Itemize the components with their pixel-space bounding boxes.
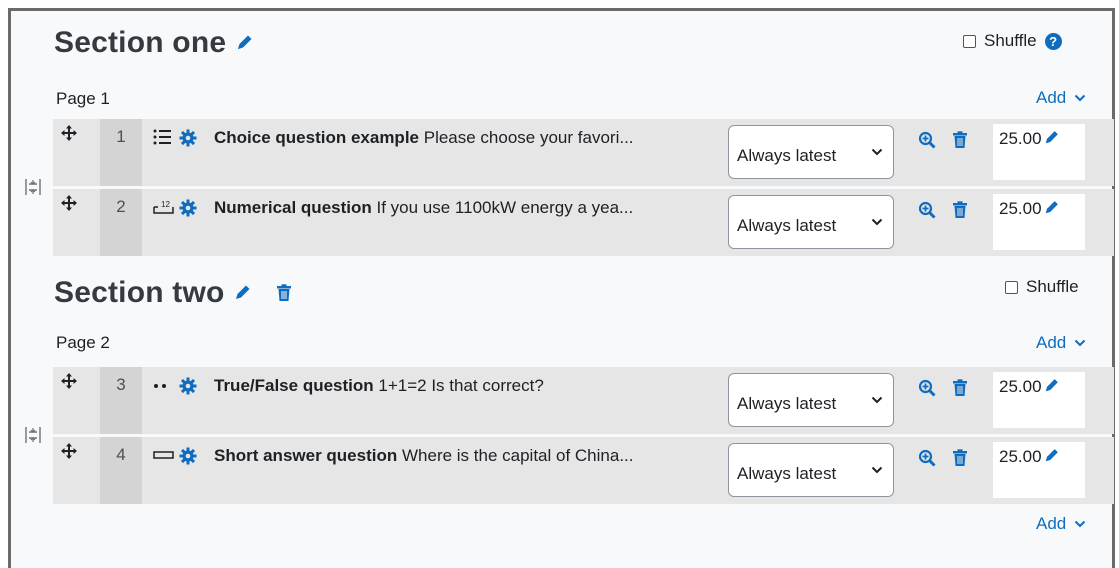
edit-mark-icon[interactable]	[1043, 128, 1061, 151]
question-slot-row: 1 Choice question example Please choose …	[53, 119, 1114, 186]
move-icon[interactable]	[61, 125, 77, 146]
move-icon[interactable]	[61, 373, 77, 394]
max-mark: 25.00	[993, 442, 1085, 498]
move-icon[interactable]	[61, 443, 77, 464]
add-menu-link[interactable]: Add	[1036, 88, 1086, 108]
chevron-down-icon	[1075, 339, 1086, 347]
page-label: Page 2	[56, 333, 110, 352]
edit-section-title-icon[interactable]	[235, 26, 255, 60]
page-break-icon[interactable]	[25, 177, 41, 202]
version-select[interactable]: Always latest	[728, 125, 894, 179]
section-heading: Section two	[54, 276, 292, 310]
add-menu-link[interactable]: Add	[1036, 514, 1086, 534]
max-mark-value: 25.00	[999, 199, 1042, 218]
shuffle-checkbox[interactable]	[963, 34, 976, 48]
question-name: Numerical question	[214, 198, 372, 217]
question-name: Choice question example	[214, 128, 419, 147]
gear-icon[interactable]	[179, 377, 197, 400]
shuffle-control: Shuffle	[1005, 277, 1079, 297]
max-mark: 25.00	[993, 124, 1085, 180]
chevron-down-icon	[871, 396, 883, 404]
question-name: Short answer question	[214, 446, 398, 465]
truefalse-icon	[153, 377, 173, 398]
edit-mark-icon[interactable]	[1043, 198, 1061, 221]
slot-number: 2	[100, 189, 142, 256]
question-text: Where is the capital of China...	[401, 446, 634, 465]
help-icon[interactable]: ?	[1044, 32, 1062, 50]
slot-number: 3	[100, 367, 142, 434]
svg-text:12: 12	[161, 200, 170, 209]
question-text: 1+1=2 Is that correct?	[378, 376, 544, 395]
shortanswer-icon	[153, 447, 175, 468]
max-mark: 25.00	[993, 194, 1085, 250]
section-title: Section two	[54, 276, 225, 309]
version-select-value: Always latest	[737, 146, 837, 165]
delete-section-icon[interactable]	[276, 276, 292, 310]
slot-number: 1	[100, 119, 142, 186]
edit-section-title-icon[interactable]	[233, 276, 253, 310]
slot-number: 4	[100, 437, 142, 504]
add-menu-link[interactable]: Add	[1036, 333, 1086, 353]
edit-mark-icon[interactable]	[1043, 446, 1061, 469]
section-title: Section one	[54, 26, 227, 59]
chevron-down-icon	[1075, 94, 1086, 102]
chevron-down-icon	[871, 218, 883, 226]
numerical-icon: 12	[153, 199, 175, 220]
max-mark: 25.00	[993, 372, 1085, 428]
question-slot-row: 2 12 Numerical question If you use 1100k…	[53, 189, 1114, 256]
question-text: Please choose your favori...	[423, 128, 634, 147]
trash-icon[interactable]	[952, 379, 968, 402]
question-summary[interactable]: Choice question example Please choose yo…	[214, 127, 726, 149]
question-name: True/False question	[214, 376, 374, 395]
question-text: If you use 1100kW energy a yea...	[376, 198, 634, 217]
trash-icon[interactable]	[952, 201, 968, 224]
page-break-icon[interactable]	[25, 425, 41, 450]
max-mark-value: 25.00	[999, 377, 1042, 396]
chevron-down-icon	[871, 148, 883, 156]
version-select-value: Always latest	[737, 464, 837, 483]
version-select[interactable]: Always latest	[728, 195, 894, 249]
shuffle-control: Shuffle ?	[963, 31, 1062, 51]
version-select[interactable]: Always latest	[728, 443, 894, 497]
add-label: Add	[1036, 514, 1067, 533]
question-slot-row: 3 True/False question 1+1=2 Is that corr…	[53, 367, 1114, 434]
multichoice-icon	[153, 129, 173, 150]
question-slot-row: 4 Short answer question Where is the cap…	[53, 437, 1114, 504]
chevron-down-icon	[871, 466, 883, 474]
version-select-value: Always latest	[737, 216, 837, 235]
preview-icon[interactable]	[918, 131, 936, 154]
question-summary[interactable]: True/False question 1+1=2 Is that correc…	[214, 375, 726, 397]
question-summary[interactable]: Short answer question Where is the capit…	[214, 445, 726, 467]
max-mark-value: 25.00	[999, 129, 1042, 148]
edit-mark-icon[interactable]	[1043, 376, 1061, 399]
gear-icon[interactable]	[179, 447, 197, 470]
question-summary[interactable]: Numerical question If you use 1100kW ene…	[214, 197, 726, 219]
gear-icon[interactable]	[179, 129, 197, 152]
gear-icon[interactable]	[179, 199, 197, 222]
add-label: Add	[1036, 88, 1067, 107]
page-label: Page 1	[56, 89, 110, 108]
trash-icon[interactable]	[952, 131, 968, 154]
max-mark-value: 25.00	[999, 447, 1042, 466]
move-icon[interactable]	[61, 195, 77, 216]
version-select-value: Always latest	[737, 394, 837, 413]
add-label: Add	[1036, 333, 1067, 352]
chevron-down-icon	[1075, 520, 1086, 528]
preview-icon[interactable]	[918, 201, 936, 224]
version-select[interactable]: Always latest	[728, 373, 894, 427]
section-heading: Section one	[54, 26, 255, 60]
shuffle-label: Shuffle	[984, 31, 1037, 50]
shuffle-checkbox[interactable]	[1005, 280, 1018, 294]
shuffle-label: Shuffle	[1026, 277, 1079, 296]
preview-icon[interactable]	[918, 379, 936, 402]
trash-icon[interactable]	[952, 449, 968, 472]
preview-icon[interactable]	[918, 449, 936, 472]
